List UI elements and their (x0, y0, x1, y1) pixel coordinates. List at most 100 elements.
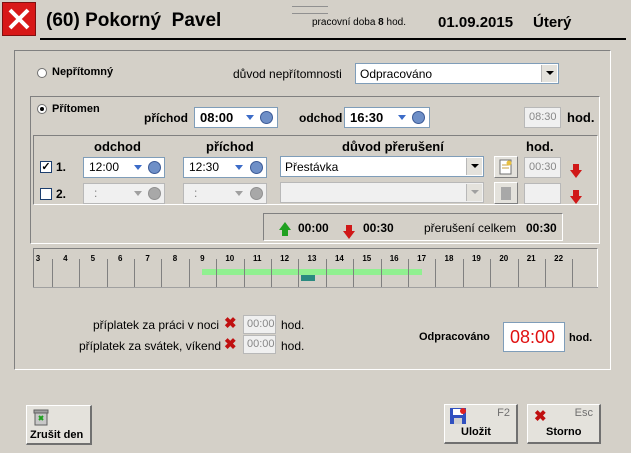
weekday: Úterý (533, 14, 572, 31)
break-row-1-reason-select[interactable]: Přestávka (280, 156, 484, 177)
departure-label: odchod (299, 111, 343, 125)
night-surcharge-unit: hod. (281, 318, 305, 332)
timeline-tick (407, 259, 409, 287)
timeline-tick (106, 259, 108, 287)
clock-icon[interactable] (260, 111, 273, 124)
arrival-label: příchod (144, 111, 188, 125)
timeline-tick (51, 259, 53, 287)
break-total-value: 00:30 (526, 221, 557, 235)
timeline-tick (161, 259, 163, 287)
note-icon (499, 159, 512, 175)
note-button[interactable] (494, 156, 518, 178)
close-icon (8, 8, 30, 30)
timeline-tick (325, 259, 327, 287)
present-radio[interactable] (37, 104, 47, 114)
departure-time-input[interactable]: 16:30 (344, 107, 430, 128)
break-arrival-header: příchod (206, 139, 254, 154)
timeline: 3 4 5 6 7 8 9 10 11 12 13 14 15 16 17 18 19 20 21 22 (33, 248, 598, 288)
break-row-2-checkbox[interactable] (40, 188, 52, 200)
break-total-label: přerušení celkem (424, 221, 517, 235)
cancel-button[interactable]: ✖ Esc Storno (527, 404, 601, 444)
clock-icon (250, 187, 263, 200)
timeline-hour-label: 20 (499, 254, 509, 263)
workday-info: pracovní doba 8 hod. (312, 17, 406, 28)
cancel-label: Storno (546, 426, 582, 438)
worked-value: 08:00 (510, 327, 556, 347)
chevron-down-icon (466, 184, 482, 201)
timeline-break-bar (301, 275, 315, 281)
workday-label: pracovní doba (312, 17, 376, 28)
timeline-hour-label: 5 (90, 254, 96, 263)
date: 01.09.2015 (438, 14, 514, 31)
save-key: F2 (497, 407, 510, 419)
break-row-2-arrival[interactable]: : (183, 183, 267, 204)
timeline-tick (270, 259, 272, 287)
save-button[interactable]: F2 Uložit (444, 404, 518, 444)
clock-icon[interactable] (412, 111, 425, 124)
note-button-disabled (494, 182, 518, 204)
break-hours-header: hod. (526, 139, 554, 154)
present-label[interactable]: Přítomen (52, 103, 100, 115)
chevron-down-icon[interactable] (246, 115, 254, 120)
break-row-2-departure[interactable]: : (83, 183, 165, 204)
cancel-day-button[interactable]: Zrušit den (26, 405, 92, 445)
timeline-hour-label: 21 (526, 254, 536, 263)
break-row-2-arrival-value: : (194, 186, 198, 200)
chevron-down-icon[interactable] (466, 158, 482, 175)
absent-label[interactable]: Nepřítomný (52, 66, 113, 78)
presence-hours-field: 08:30 (524, 107, 561, 128)
cancel-key: Esc (574, 407, 593, 419)
break-up-value: 00:00 (298, 221, 329, 235)
break-down-value: 00:30 (363, 221, 394, 235)
remove-break-1-icon[interactable] (570, 164, 582, 178)
timeline-hour-label: 22 (554, 254, 564, 263)
timeline-tick (133, 259, 135, 287)
break-row-1-checkbox[interactable]: ✓ (40, 161, 52, 173)
timeline-hour-label: 8 (172, 254, 178, 263)
timeline-hour-label: 7 (145, 254, 150, 263)
employee-title: (60) Pokorný Pavel (46, 10, 222, 31)
clear-night-icon[interactable]: ✖ (224, 316, 237, 331)
chevron-down-icon[interactable] (235, 165, 243, 170)
break-row-2-hours (524, 183, 561, 204)
close-button[interactable] (2, 2, 36, 36)
absent-radio[interactable] (37, 68, 47, 78)
break-row-2-reason-select[interactable] (280, 182, 484, 203)
drag-handle[interactable] (292, 6, 328, 14)
holiday-surcharge-value: 00:00 (247, 338, 275, 350)
night-surcharge-label: příplatek za práci v noci (93, 318, 220, 332)
break-row-1-arrival[interactable]: 12:30 (183, 157, 267, 178)
timeline-hour-label: 6 (117, 254, 123, 263)
chevron-down-icon (134, 191, 142, 196)
workday-unit: hod. (386, 17, 406, 28)
presence-hours-unit: hod. (567, 110, 595, 125)
absence-reason-select[interactable]: Odpracováno (355, 63, 559, 84)
timeline-tick (79, 259, 81, 287)
remove-break-2-icon[interactable] (570, 190, 582, 204)
break-row-2-index: 2. (56, 187, 67, 201)
cancel-day-label: Zrušit den (30, 429, 84, 441)
clock-icon[interactable] (250, 161, 263, 174)
chevron-down-icon[interactable] (541, 65, 557, 82)
break-departure-header: odchod (94, 139, 141, 154)
timeline-tick (353, 259, 355, 287)
clear-holiday-icon[interactable]: ✖ (224, 337, 237, 352)
break-row-1-reason-value: Přestávka (285, 160, 339, 174)
arrow-up-icon (279, 222, 291, 236)
clock-icon[interactable] (148, 161, 161, 174)
timeline-hour-label: 14 (334, 254, 344, 263)
break-row-1-hours-value: 00:30 (529, 161, 557, 173)
save-icon (450, 408, 466, 424)
recycle-bin-icon (33, 409, 49, 426)
break-row-1-departure[interactable]: 12:00 (83, 157, 165, 178)
arrival-time-input[interactable]: 08:00 (194, 107, 278, 128)
timeline-tick (216, 259, 218, 287)
chevron-down-icon[interactable] (134, 165, 142, 170)
break-reason-header: důvod přerušení (342, 139, 444, 154)
timeline-hour-label: 19 (471, 254, 481, 263)
timeline-hour-label: 11 (252, 254, 262, 263)
timeline-hour-label: 12 (280, 254, 290, 263)
timeline-hour-label: 9 (200, 254, 205, 263)
absence-reason-label: důvod nepřítomnosti (233, 67, 342, 81)
chevron-down-icon[interactable] (398, 115, 406, 120)
